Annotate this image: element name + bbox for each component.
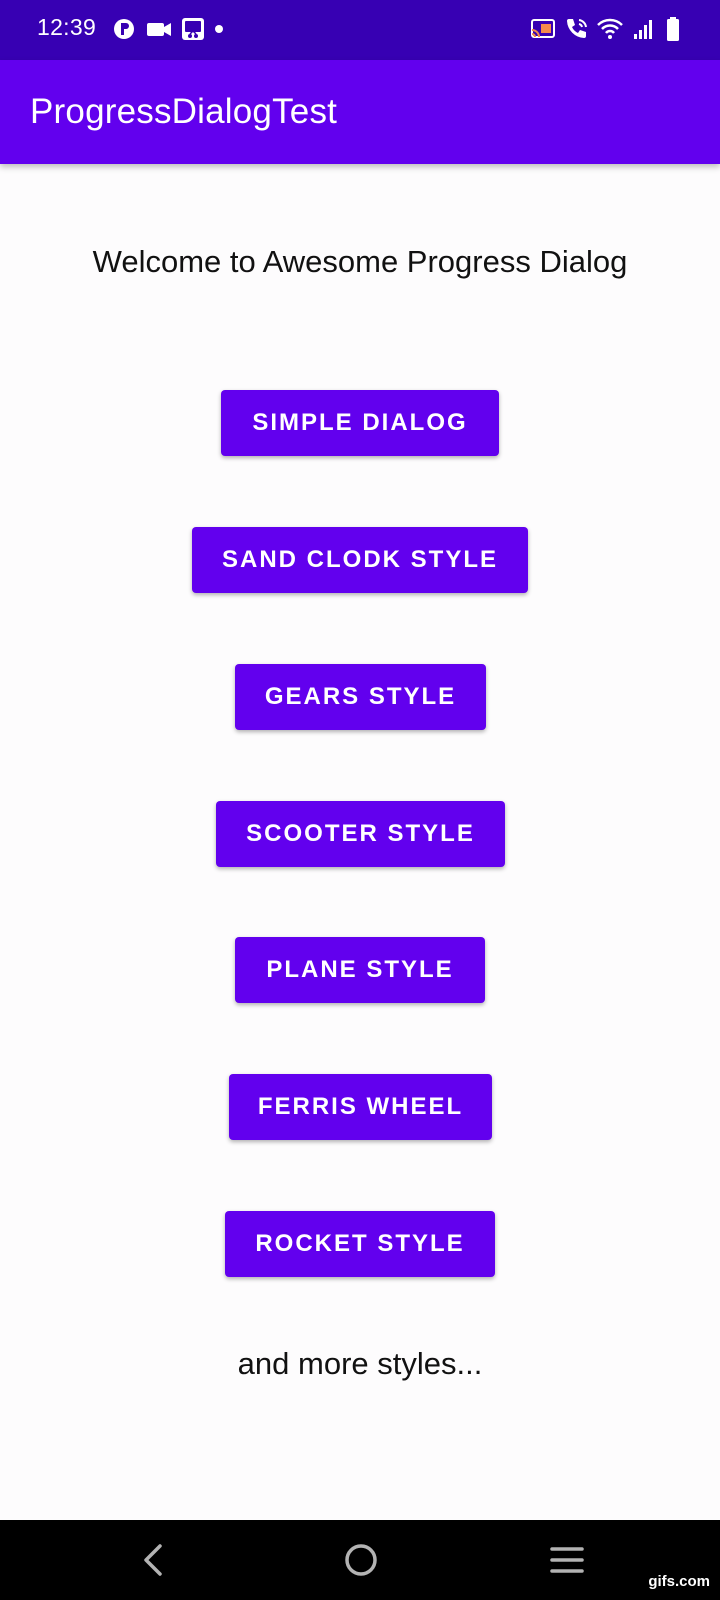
app-title: ProgressDialogTest — [30, 92, 338, 131]
video-camera-icon — [147, 23, 171, 36]
sand-clock-style-button[interactable]: SAND CLODK STYLE — [192, 527, 528, 593]
screen: 12:39 ProgressDialogTest Welcome to Awes… — [0, 0, 720, 1600]
more-styles-text: and more styles... — [237, 1346, 483, 1381]
rocket-style-button[interactable]: ROCKET STYLE — [225, 1211, 495, 1277]
recent-apps-icon — [550, 1547, 584, 1573]
scooter-style-button[interactable]: SCOOTER STYLE — [216, 801, 505, 867]
welcome-text: Welcome to Awesome Progress Dialog — [92, 244, 628, 279]
back-icon — [144, 1544, 162, 1576]
battery-icon — [667, 17, 679, 41]
app-notification-icon — [114, 19, 134, 39]
recent-apps-button[interactable] — [517, 1520, 617, 1600]
status-bar: 12:39 — [0, 0, 720, 60]
home-button[interactable] — [311, 1520, 411, 1600]
cast-icon — [531, 19, 555, 38]
wifi-calling-icon — [567, 19, 587, 38]
cellular-signal-icon — [634, 20, 652, 39]
navigation-bar: gifs.com — [0, 1520, 720, 1600]
simple-dialog-button[interactable]: SIMPLE DIALOG — [221, 390, 499, 456]
wifi-icon — [597, 18, 623, 39]
app-bar: ProgressDialogTest — [0, 60, 720, 164]
watermark: gifs.com — [648, 1573, 710, 1590]
dot-icon — [215, 25, 223, 33]
screen-record-icon — [182, 18, 204, 40]
status-time: 12:39 — [37, 14, 97, 40]
ferris-wheel-button[interactable]: FERRIS WHEEL — [229, 1074, 492, 1140]
gears-style-button[interactable]: GEARS STYLE — [235, 664, 486, 730]
home-icon — [345, 1544, 377, 1576]
main-content: Welcome to Awesome Progress Dialog SIMPL… — [0, 164, 720, 1520]
back-button[interactable] — [103, 1520, 203, 1600]
plane-style-button[interactable]: PLANE STYLE — [235, 937, 485, 1003]
